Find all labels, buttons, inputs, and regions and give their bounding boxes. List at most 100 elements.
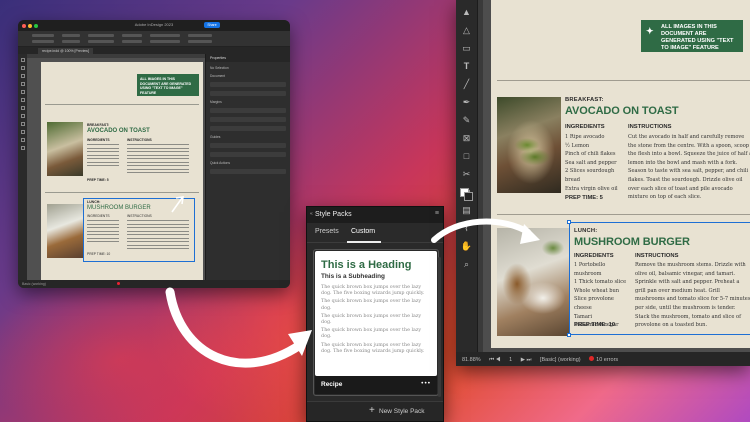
tab-custom[interactable]: Custom xyxy=(351,228,375,235)
new-style-pack-button[interactable]: + New Style Pack xyxy=(307,401,443,421)
page-tool-icon[interactable]: ▭ xyxy=(461,42,473,54)
panel-label: Quick Actions xyxy=(210,161,230,165)
pencil-tool-icon[interactable] xyxy=(20,90,25,94)
breakfast-title: AVOCADO ON TOAST xyxy=(565,105,679,117)
panel-menu-icon[interactable]: ≡ xyxy=(435,210,439,217)
more-options-icon[interactable]: ••• xyxy=(421,380,431,387)
ingredient-item: Extra virgin olive oil xyxy=(565,185,618,192)
panel-label: Guides xyxy=(210,135,221,139)
panel-field[interactable] xyxy=(210,169,286,174)
avocado-toast-image[interactable] xyxy=(497,97,561,193)
properties-panel: Properties No Selection Document Margins… xyxy=(205,54,290,280)
panel-field[interactable] xyxy=(210,143,286,148)
style-pack-card[interactable]: This is a Heading This is a Subheading T… xyxy=(315,251,437,376)
pen-tool-icon[interactable]: ✒ xyxy=(461,96,473,108)
preview-heading: This is a Heading xyxy=(321,259,412,271)
panel-title: Style Packs xyxy=(315,211,352,218)
preview-body: The quick brown box jumps over the lazy … xyxy=(321,342,425,354)
ingredient-item: ½ Lemon xyxy=(565,142,590,149)
divider xyxy=(45,104,199,105)
rectangle-tool-icon[interactable]: □ xyxy=(461,150,473,162)
page-prev-icon[interactable]: ⏮ ◀ xyxy=(489,357,500,363)
ingredient-item: 1 Thick tomato slice xyxy=(574,279,627,286)
ingredient-item: Sea salt and pepper xyxy=(565,159,617,166)
resize-handle[interactable] xyxy=(567,220,571,224)
page-number[interactable]: 1 xyxy=(509,357,512,363)
collapse-icon[interactable]: « xyxy=(310,211,313,217)
zoom-tool-icon[interactable] xyxy=(20,146,25,150)
document-page[interactable]: ALL IMAGES IN THIS DOCUMENT ARE GENERATE… xyxy=(41,62,203,280)
type-tool-icon[interactable] xyxy=(20,74,25,78)
ingredient-item: Pinch of chili flakes xyxy=(565,151,616,158)
stroke-swatch[interactable] xyxy=(464,192,473,201)
selection-tool-icon[interactable]: ▲ xyxy=(461,6,473,18)
prep-time-1: PREP TIME: 5 xyxy=(87,178,109,182)
avocado-toast-image[interactable] xyxy=(47,122,83,176)
panel-title: Properties xyxy=(206,54,290,62)
ingredients-heading: INGREDIENTS xyxy=(574,253,614,259)
line-tool-icon[interactable] xyxy=(20,98,25,102)
breakfast-title: AVOCADO ON TOAST xyxy=(87,128,150,134)
style-packs-panel: « Style Packs ≡ Presets Custom This is a… xyxy=(306,206,444,422)
mushroom-burger-image[interactable] xyxy=(497,228,569,336)
style-pack-name-bar[interactable]: Recipe ••• xyxy=(315,376,437,394)
error-indicator-icon[interactable] xyxy=(116,282,120,285)
pen-tool-icon[interactable] xyxy=(20,82,25,86)
selection-tool-icon[interactable] xyxy=(20,58,25,62)
error-count[interactable]: 10 errors xyxy=(596,357,618,363)
direct-selection-tool-icon[interactable]: △ xyxy=(461,24,473,36)
direct-selection-tool-icon[interactable] xyxy=(20,66,25,70)
preview-body: The quick brown box jumps over the lazy … xyxy=(321,299,422,311)
page-next-icon[interactable]: ▶ ⏭ xyxy=(521,357,532,363)
zoom-level[interactable]: 81.88% xyxy=(462,357,481,363)
ingredients-list: 1 Ripe avocado ½ Lemon Pinch of chili fl… xyxy=(565,133,625,193)
canvas[interactable]: ✦ ALL IMAGES IN THIS DOCUMENT ARE GENERA… xyxy=(483,0,750,352)
panel-label: Document xyxy=(210,74,226,78)
panel-field[interactable] xyxy=(210,117,286,122)
scissors-tool-icon[interactable]: ✂ xyxy=(461,168,473,180)
panel-field[interactable] xyxy=(210,152,286,157)
gradient-tool-icon[interactable]: ▤ xyxy=(461,204,473,216)
sparkle-icon: ✦ xyxy=(646,26,654,36)
eyedropper-tool-icon[interactable]: ⌇ xyxy=(461,222,473,234)
hand-tool-icon[interactable]: ✋ xyxy=(461,240,473,252)
type-tool-icon[interactable]: T xyxy=(461,60,473,72)
panel-field[interactable] xyxy=(210,82,286,87)
document-page[interactable]: ✦ ALL IMAGES IN THIS DOCUMENT ARE GENERA… xyxy=(491,0,750,348)
panel-field[interactable] xyxy=(210,91,286,96)
share-button[interactable]: Share xyxy=(204,22,220,28)
style-pack-name: Recipe xyxy=(321,381,343,388)
frame-tool-icon[interactable] xyxy=(20,106,25,110)
banner-text: ALL IMAGES IN THIS DOCUMENT ARE GENERATE… xyxy=(661,24,734,51)
error-dot-icon xyxy=(589,356,595,361)
preview-body: The quick brown box jumps over the lazy … xyxy=(321,285,425,297)
preflight-profile[interactable]: [Basic] (working) xyxy=(540,357,581,363)
scrollbar[interactable] xyxy=(438,257,441,397)
status-text: Basic (working) xyxy=(22,282,46,286)
large-app-window: ▲ △ ▭ T ╱ ✒ ✎ ⊠ □ ✂ ⟲ ▤ ⌇ ✋ ⌕ ✦ ALL IMAG… xyxy=(456,0,750,366)
shape-tool-icon[interactable] xyxy=(20,114,25,118)
gradient-tool-icon[interactable] xyxy=(20,130,25,134)
mushroom-burger-image[interactable] xyxy=(47,204,83,258)
prep-time: PREP TIME: 10 xyxy=(574,322,616,328)
ingredient-item: 1 Ripe avocado xyxy=(565,134,605,140)
ingredients-lines xyxy=(87,218,119,243)
panel-field[interactable] xyxy=(210,108,286,113)
hand-tool-icon[interactable] xyxy=(20,138,25,142)
resize-handle[interactable] xyxy=(567,333,571,337)
instructions-text: Cut the avocado in half and carefully re… xyxy=(628,134,750,201)
line-tool-icon[interactable]: ╱ xyxy=(461,78,473,90)
pencil-tool-icon[interactable]: ✎ xyxy=(461,114,473,126)
frame-tool-icon[interactable]: ⊠ xyxy=(461,132,473,144)
ingredient-item: 1 Portobello mushroom xyxy=(574,262,606,277)
title-bar: Adobe InDesign 2023 Share xyxy=(18,20,290,31)
scissors-tool-icon[interactable] xyxy=(20,122,25,126)
tab-presets[interactable]: Presets xyxy=(315,228,339,235)
panel-field[interactable] xyxy=(210,126,286,131)
ingredients-lines xyxy=(87,142,119,167)
zoom-tool-icon[interactable]: ⌕ xyxy=(461,258,473,270)
horizontal-ruler xyxy=(27,54,205,58)
banner-note: ALL IMAGES IN THIS DOCUMENT ARE GENERATE… xyxy=(137,74,199,96)
ingredient-item: Whole wheat bun xyxy=(574,287,620,294)
canvas[interactable]: ALL IMAGES IN THIS DOCUMENT ARE GENERATE… xyxy=(27,54,205,280)
